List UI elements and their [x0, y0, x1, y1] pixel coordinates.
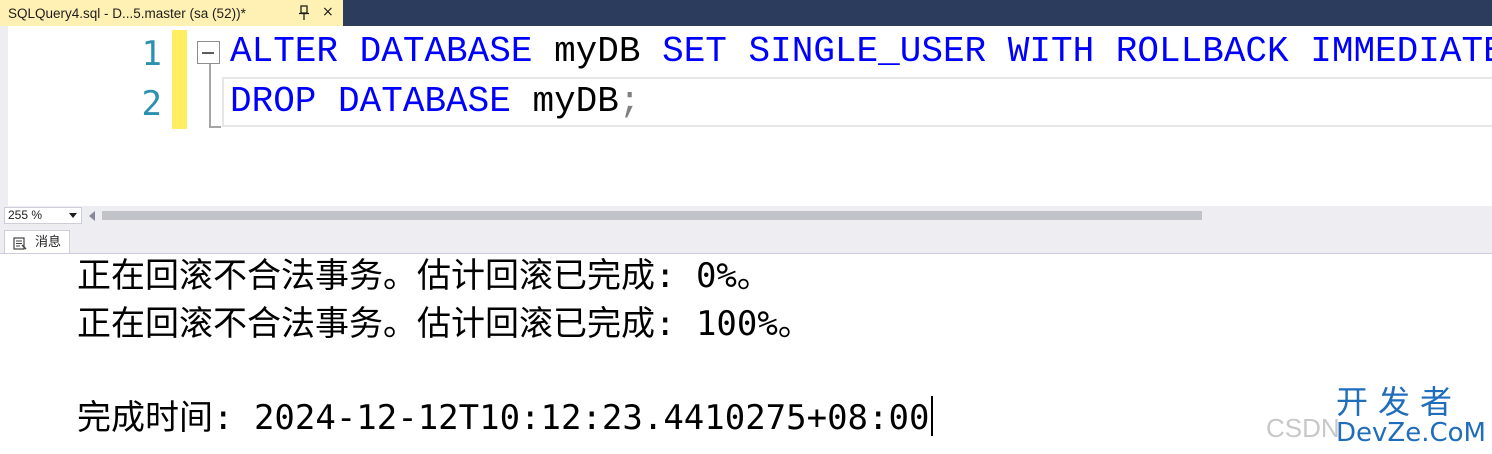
- tab-sqlquery4[interactable]: SQLQuery4.sql - D...5.master (sa (52))* …: [0, 0, 343, 26]
- code-token-kw: DATABASE: [359, 31, 533, 72]
- code-token-kw: SINGLE_USER: [748, 31, 987, 72]
- outline-guide-end: [209, 126, 221, 128]
- sql-editor[interactable]: 1 2 ALTER DATABASE myDB SET SINGLE_USER …: [0, 26, 1492, 206]
- zoom-value: 255 %: [8, 208, 43, 222]
- code-token-pn: ;: [618, 81, 641, 122]
- code-token-kw: IMMEDIATE: [1310, 31, 1492, 72]
- code-token-id: [316, 81, 338, 122]
- scroll-left-arrow-icon[interactable]: [89, 211, 95, 221]
- code-token-kw: ALTER: [230, 31, 339, 72]
- code-line-2[interactable]: DROP DATABASE myDB;: [230, 78, 641, 126]
- selection-margin: [0, 26, 8, 206]
- tab-messages[interactable]: 消息: [4, 230, 70, 254]
- code-line-1[interactable]: ALTER DATABASE myDB SET SINGLE_USER WITH…: [230, 28, 1492, 76]
- code-token-kw: SET: [662, 31, 727, 72]
- zoom-dropdown[interactable]: 255 %: [4, 207, 82, 224]
- watermark-devze-cn: 开发者: [1336, 383, 1463, 421]
- message-line: 正在回滚不合法事务。估计回滚已完成: 100%。: [77, 304, 812, 344]
- close-icon[interactable]: ×: [322, 3, 334, 21]
- code-token-id: [1289, 31, 1311, 72]
- document-tab-bar: SQLQuery4.sql - D...5.master (sa (52))* …: [0, 0, 1492, 26]
- message-line: 正在回滚不合法事务。估计回滚已完成: 0%。: [77, 256, 771, 296]
- pin-icon[interactable]: [297, 5, 311, 21]
- line-number: 2: [141, 84, 162, 124]
- results-tab-strip: 消息: [0, 226, 1492, 254]
- tab-messages-label: 消息: [35, 235, 62, 250]
- code-token-id: myDB: [510, 81, 619, 122]
- code-token-id: [986, 31, 1008, 72]
- code-token-id: [338, 31, 360, 72]
- line-number-margin: 1 2: [60, 26, 172, 206]
- code-token-kw: DROP: [230, 81, 317, 122]
- editor-status-strip: 255 %: [0, 206, 1492, 226]
- message-line-completion-time: 完成时间: 2024-12-12T10:12:23.4410275+08:00: [77, 396, 934, 439]
- text-caret: [931, 396, 934, 436]
- messages-icon: [13, 237, 27, 250]
- collapse-icon[interactable]: [197, 41, 220, 64]
- horizontal-scrollbar-thumb[interactable]: [102, 211, 1202, 220]
- code-token-kw: DATABASE: [338, 81, 511, 122]
- tab-title: SQLQuery4.sql - D...5.master (sa (52))*: [8, 5, 246, 21]
- watermark-csdn: CSDN: [1266, 413, 1340, 443]
- code-token-id: [727, 31, 749, 72]
- code-token-kw: ROLLBACK: [1115, 31, 1289, 72]
- outline-guide: [209, 64, 211, 127]
- completion-time-text: 完成时间: 2024-12-12T10:12:23.4410275+08:00: [77, 398, 930, 438]
- code-token-id: myDB: [532, 31, 663, 72]
- code-token-id: [1094, 31, 1116, 72]
- indicator-margin[interactable]: [8, 26, 60, 206]
- code-token-kw: WITH: [1007, 31, 1095, 72]
- line-number: 1: [141, 34, 162, 74]
- chevron-down-icon[interactable]: [69, 213, 77, 218]
- watermark-devze-en: DevZe.CoM: [1336, 418, 1486, 448]
- change-tracking-bar: [172, 30, 187, 129]
